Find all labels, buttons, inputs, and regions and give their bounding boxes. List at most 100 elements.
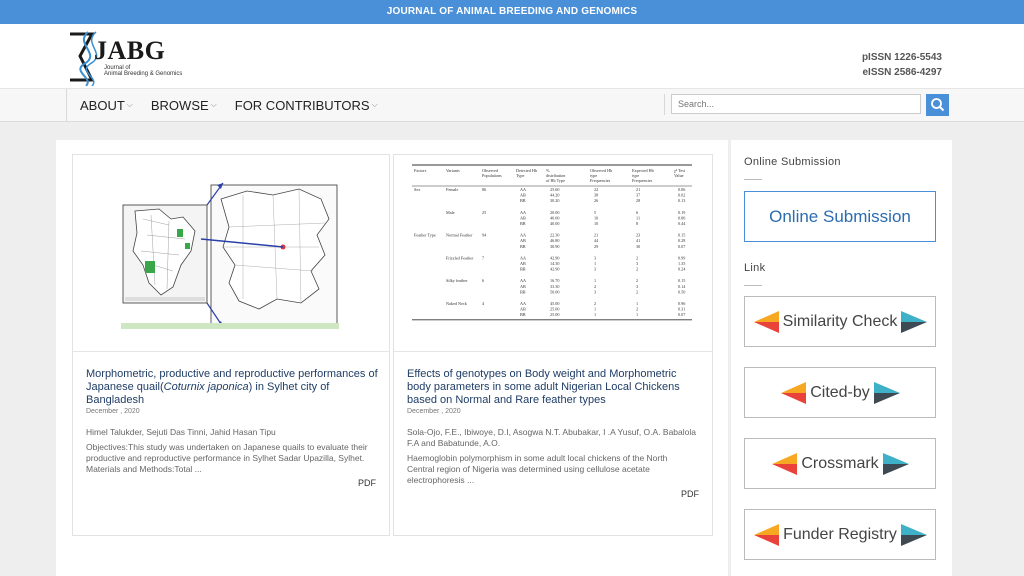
table-cell: 2 xyxy=(594,301,596,306)
crossref-logo-icon xyxy=(873,381,900,404)
article-title[interactable]: Effects of genotypes on Body weight and … xyxy=(407,368,699,407)
nav-about-label: ABOUT xyxy=(80,97,125,113)
table-cell: BB xyxy=(520,267,526,272)
journal-title: JOURNAL OF ANIMAL BREEDING AND GENOMICS xyxy=(386,6,638,17)
table-cell: 0.50 xyxy=(678,289,685,294)
table-cell: 40.00 xyxy=(550,221,559,226)
table-cell: 25.00 xyxy=(550,312,559,317)
table-cell: Male xyxy=(446,210,455,215)
table-cell: 11 xyxy=(636,215,640,220)
table-cell: Variants xyxy=(446,168,460,173)
map-figure-image xyxy=(121,179,339,329)
table-cell: 42.90 xyxy=(550,255,559,260)
table-cell: 44.20 xyxy=(550,193,559,198)
table-cell: 1.35 xyxy=(678,261,685,266)
jabg-logo[interactable]: JABG Journal of Animal Breeding & Genomi… xyxy=(66,30,186,86)
table-cell: 0.99 xyxy=(678,255,685,260)
table-cell: AA xyxy=(520,210,526,215)
link-heading: Link xyxy=(744,262,766,274)
article-title-species: Coturnix japonica xyxy=(163,381,249,393)
table-cell: 1 xyxy=(636,301,638,306)
article-thumbnail-map[interactable] xyxy=(73,155,389,352)
nav-for-contributors[interactable]: FOR CONTRIBUTORS ⌵ xyxy=(235,98,378,113)
table-cell: 5 xyxy=(594,210,596,215)
sidebar: Online Submission Online Submission Link… xyxy=(731,140,952,576)
table-cell: 37 xyxy=(636,193,640,198)
nav-menu: ABOUT ⌵ BROWSE ⌵ FOR CONTRIBUTORS ⌵ xyxy=(66,89,383,121)
heading-divider xyxy=(744,285,762,286)
table-cell: 3 xyxy=(594,255,596,260)
online-submission-label: Online Submission xyxy=(769,206,911,226)
table-cell: 44 xyxy=(594,238,599,243)
table-cell: 1 xyxy=(594,312,596,317)
article-thumbnail-table[interactable]: Factors Variants Observed Populations Detect… xyxy=(394,155,712,352)
table-cell: 16.70 xyxy=(550,278,559,283)
online-submission-heading: Online Submission xyxy=(744,156,841,168)
table-cell: AA xyxy=(520,233,526,238)
table-cell: BB xyxy=(520,198,526,203)
article-abstract: Objectives:This study was undertaken on … xyxy=(86,442,368,474)
table-cell: 6 xyxy=(636,210,638,215)
similarity-check-link[interactable]: Similarity Check xyxy=(744,296,936,347)
table-cell: 50.00 xyxy=(550,289,559,294)
heading-divider xyxy=(744,179,762,180)
article-card: Factors Variants Observed Populations Detect… xyxy=(393,154,713,536)
table-cell: AB xyxy=(520,261,526,266)
table-cell: 10 xyxy=(594,221,598,226)
crossref-logo-icon xyxy=(900,523,927,546)
table-cell: AB xyxy=(520,284,526,289)
crossref-logo-icon xyxy=(753,310,779,333)
crossmark-link[interactable]: Crossmark xyxy=(744,438,936,489)
table-cell: 2 xyxy=(636,289,638,294)
table-cell: 3 xyxy=(636,261,638,266)
nav-about[interactable]: ABOUT ⌵ xyxy=(80,98,133,113)
table-cell: 0.02 xyxy=(678,193,685,198)
table-cell: BB xyxy=(520,221,526,226)
cited-by-link[interactable]: Cited-by xyxy=(744,367,936,418)
crossref-logo-icon xyxy=(754,523,780,546)
table-cell: 6 xyxy=(482,278,484,283)
journal-title-bar: JOURNAL OF ANIMAL BREEDING AND GENOMICS xyxy=(0,0,1024,24)
nav-browse[interactable]: BROWSE ⌵ xyxy=(151,98,217,113)
table-cell: 38 xyxy=(594,193,598,198)
eissn: eISSN 2586-4297 xyxy=(862,67,942,78)
table-cell: 33.30 xyxy=(550,284,559,289)
table-cell: 25.60 xyxy=(550,187,559,192)
article-date: December , 2020 xyxy=(407,408,461,415)
table-cell: 0.13 xyxy=(678,198,685,203)
header: JABG Journal of Animal Breeding & Genomi… xyxy=(0,24,1024,88)
chevron-down-icon: ⌵ xyxy=(126,100,133,109)
table-cell: Value xyxy=(674,173,684,178)
table-cell: 30.20 xyxy=(550,198,559,203)
table-cell: AA xyxy=(520,255,526,260)
table-cell: Frizzled Feather xyxy=(446,255,474,260)
table-cell: AB xyxy=(520,215,526,220)
table-cell: 29 xyxy=(594,244,598,249)
table-cell: 26 xyxy=(594,198,598,203)
online-submission-button[interactable]: Online Submission xyxy=(744,191,936,242)
table-cell: 1 xyxy=(594,278,596,283)
search-icon xyxy=(931,98,945,112)
table-cell: 46.80 xyxy=(550,238,559,243)
table-cell: 1 xyxy=(636,312,638,317)
table-cell: 0.15 xyxy=(678,233,685,238)
main-nav: ABOUT ⌵ BROWSE ⌵ FOR CONTRIBUTORS ⌵ xyxy=(0,88,1024,122)
table-cell: 0.15 xyxy=(678,278,685,283)
search-button[interactable] xyxy=(926,94,949,116)
funder-registry-link[interactable]: Funder Registry xyxy=(744,509,936,560)
table-cell: 0.28 xyxy=(678,238,685,243)
pissn: pISSN 1226-5543 xyxy=(861,52,942,63)
article-title[interactable]: Morphometric, productive and reproductiv… xyxy=(86,368,378,407)
pdf-link[interactable]: PDF xyxy=(358,478,376,488)
table-cell: Female xyxy=(446,187,458,192)
search-input[interactable] xyxy=(671,94,921,114)
table-cell: 3 xyxy=(636,284,638,289)
table-cell: Populations xyxy=(482,173,502,178)
table-cell: 42.90 xyxy=(550,267,559,272)
funder-registry-label: Funder Registry xyxy=(783,525,897,543)
crossref-logo-icon xyxy=(882,452,909,475)
pdf-link[interactable]: PDF xyxy=(681,489,699,499)
table-cell: 0.19 xyxy=(678,210,685,215)
table-cell: AA xyxy=(520,187,526,192)
similarity-check-label: Similarity Check xyxy=(782,312,898,330)
